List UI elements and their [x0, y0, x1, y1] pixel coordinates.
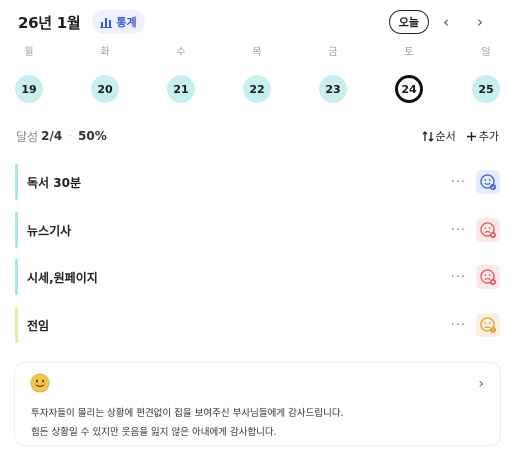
task-name: 시세,원페이지 [27, 270, 98, 285]
day-number[interactable]: 21 [167, 75, 195, 103]
calendar-header: 26년 1월 통계 오늘 ‹ › [18, 8, 497, 36]
task-name: 독서 30분 [27, 175, 81, 190]
day-name: 일 [481, 47, 491, 58]
day-name: 토 [404, 47, 414, 58]
list-actions: 순서 추가 [422, 128, 499, 144]
day-number[interactable]: 20 [91, 75, 119, 103]
frown-warn-icon[interactable] [476, 313, 500, 337]
more-icon[interactable]: ··· [451, 318, 466, 333]
day-number[interactable]: 22 [243, 75, 271, 103]
more-icon[interactable]: ··· [451, 223, 466, 238]
day-wed[interactable]: 수 21 [161, 46, 201, 103]
day-sat[interactable]: 토 24 [389, 46, 429, 103]
bar-chart-icon [100, 17, 113, 28]
sort-arrows-icon [422, 130, 434, 142]
achievement-label: 달성 [16, 129, 39, 144]
task-item[interactable]: 시세,원페이지 ··· [15, 259, 500, 295]
gratitude-line: 투자자들이 몰리는 상황에 편견없이 집을 보여주신 부사님들에게 감사드립니다… [31, 408, 344, 419]
chevron-right-icon: › [477, 13, 483, 31]
achievement-percent: 50% [78, 129, 107, 143]
stats-label: 통계 [116, 16, 137, 29]
day-number-selected[interactable]: 24 [395, 75, 423, 103]
achievement-count: 2/4 [41, 129, 63, 143]
add-label: 추가 [478, 130, 499, 143]
week-strip: 월 19 화 20 수 21 목 22 금 23 토 24 일 25 [0, 46, 507, 103]
task-color-bar [15, 307, 18, 343]
next-week-button[interactable]: › [463, 9, 497, 35]
gratitude-line: 힘든 상황일 수 있지만 웃음을 잃지 않은 아내에게 감사합니다. [31, 427, 277, 438]
day-name: 화 [100, 47, 110, 58]
task-color-bar [15, 164, 18, 200]
day-name: 수 [176, 47, 186, 58]
task-name: 뉴스기사 [27, 223, 72, 238]
frown-x-icon[interactable] [476, 265, 500, 289]
task-color-bar [15, 259, 18, 295]
sort-label: 순서 [435, 130, 456, 143]
header-actions: 오늘 ‹ › [388, 9, 497, 35]
chevron-left-icon: ‹ [443, 13, 449, 31]
task-name: 전임 [27, 318, 50, 333]
prev-week-button[interactable]: ‹ [429, 9, 463, 35]
day-name: 목 [252, 47, 262, 58]
today-button[interactable]: 오늘 [388, 10, 429, 34]
task-item[interactable]: 전임 ··· [15, 307, 500, 343]
day-tue[interactable]: 화 20 [85, 46, 125, 103]
gratitude-card[interactable]: › 투자자들이 몰리는 상황에 편견없이 집을 보여주신 부사님들에게 감사드립… [14, 362, 501, 446]
day-number[interactable]: 23 [319, 75, 347, 103]
task-color-bar [15, 212, 18, 248]
day-number[interactable]: 25 [472, 75, 500, 103]
separator: · [68, 129, 73, 143]
month-title: 26년 1월 [18, 13, 81, 32]
day-fri[interactable]: 금 23 [313, 46, 353, 103]
achievement-summary: 달성 2/4 · 50% 순서 추가 [16, 128, 499, 144]
more-icon[interactable]: ··· [451, 175, 466, 190]
sort-button[interactable]: 순서 [422, 128, 456, 144]
day-sun[interactable]: 일 25 [466, 46, 506, 103]
day-mon[interactable]: 월 19 [9, 46, 49, 103]
day-thu[interactable]: 목 22 [237, 46, 277, 103]
add-button[interactable]: 추가 [466, 128, 499, 144]
plus-icon [466, 131, 477, 142]
more-icon[interactable]: ··· [451, 270, 466, 285]
frown-x-icon[interactable] [476, 218, 500, 242]
task-item[interactable]: 독서 30분 ··· [15, 164, 500, 200]
task-item[interactable]: 뉴스기사 ··· [15, 212, 500, 248]
smile-check-icon[interactable] [476, 170, 500, 194]
chevron-right-icon[interactable]: › [478, 376, 484, 392]
day-number[interactable]: 19 [15, 75, 43, 103]
day-name: 금 [328, 47, 338, 58]
stats-button[interactable]: 통계 [92, 10, 145, 34]
day-name: 월 [24, 47, 34, 58]
smiley-emoji-icon [30, 373, 50, 397]
